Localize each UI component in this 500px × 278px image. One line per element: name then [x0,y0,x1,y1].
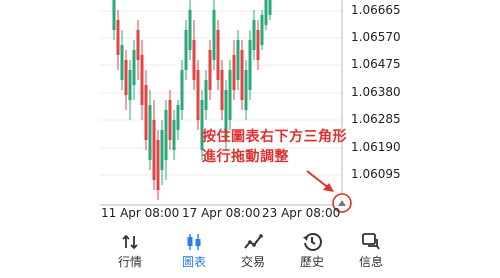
candle-body [136,30,140,60]
candle-body [188,10,192,50]
history-icon [303,233,322,251]
tab-label: 圖表 [181,255,206,269]
price-label: 1.06190 [351,140,401,154]
candle-body [204,80,208,110]
candle-body [160,130,164,170]
candle-body [256,30,260,60]
candle-body [120,45,124,80]
tab-trade[interactable]: 交易 [223,228,283,278]
candles-group [112,0,272,200]
candle-body [268,0,272,15]
candle-body [212,10,216,60]
tab-history[interactable]: 歷史 [282,228,342,278]
candle-body [244,70,248,110]
candle-body [116,20,120,55]
candle-body [216,30,220,80]
candle-body [220,70,224,110]
annotation-arrow-icon [306,170,334,192]
candle-body [168,100,172,140]
candle-body [128,70,132,100]
candle-body [236,40,240,80]
candle-body [132,50,136,85]
time-label: 23 Apr 08:00 [262,206,341,220]
price-label: 1.06380 [351,85,401,99]
tab-label: 交易 [240,255,265,269]
candle-body [124,60,128,95]
candle-body [180,70,184,110]
price-label: 1.06285 [351,112,401,126]
candle-body [232,55,236,90]
annotation-line-1: 按住圖表右下方三角形 [202,129,347,145]
candles-icon [187,234,201,250]
time-label: 17 Apr 08:00 [182,206,261,220]
time-label: 11 Apr 08:00 [101,206,180,220]
candle-body [172,120,176,150]
candle-body [140,55,144,105]
tab-label: 信息 [358,255,383,269]
arrows-updown-icon [122,234,138,250]
candle-body [192,40,196,80]
candle-body [184,30,188,70]
price-label: 1.06095 [351,167,401,181]
candle-body [152,120,156,180]
candle-body [148,105,152,160]
price-label: 1.06475 [351,57,401,71]
candle-body [176,105,180,130]
candle-body [196,70,200,120]
chat-icon [362,233,380,250]
candle-body [156,140,160,190]
chart-screen: 1.06665 1.06570 1.06475 1.06380 1.06285 … [0,0,500,278]
candle-body [208,50,212,90]
candle-body [248,40,252,90]
bottom-tab-bar: 行情 圖表 交易 歷史 信息 [98,228,402,278]
tab-messages[interactable]: 信息 [341,228,401,278]
tab-label: 歷史 [299,255,324,269]
candle-body [228,70,232,120]
trend-icon [244,234,263,249]
price-label: 1.06570 [351,30,401,44]
candle-body [164,110,168,160]
annotation-line-2: 進行拖動調整 [202,149,289,165]
candle-body [260,15,264,45]
tab-label: 行情 [117,255,142,269]
tab-quotes[interactable]: 行情 [100,228,160,278]
candle-body [252,20,256,50]
candle-body [144,85,148,140]
candle-body [264,0,268,25]
tab-chart[interactable]: 圖表 [164,228,224,278]
candle-body [112,0,116,30]
candle-body [240,50,244,100]
price-label: 1.06665 [351,3,401,17]
